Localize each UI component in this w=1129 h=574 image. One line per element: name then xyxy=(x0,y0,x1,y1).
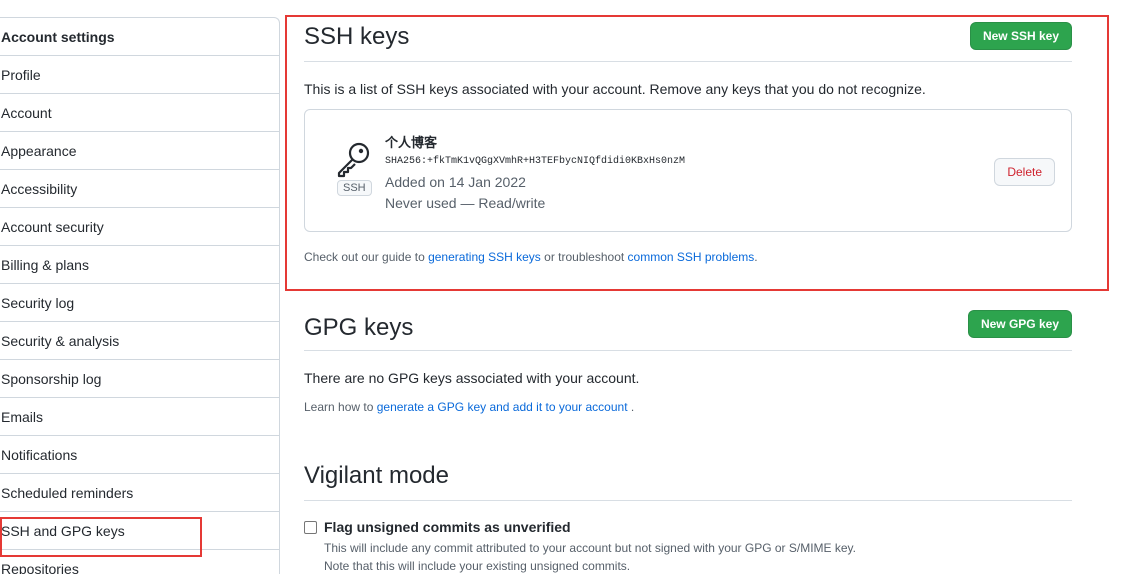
ssh-guide-prefix: Check out our guide to xyxy=(304,250,429,264)
sidebar-item-emails[interactable]: Emails xyxy=(0,398,279,436)
gpg-empty-text: There are no GPG keys associated with yo… xyxy=(304,370,640,386)
key-icon xyxy=(337,142,370,178)
common-ssh-problems-link[interactable]: common SSH problems xyxy=(628,250,755,264)
ssh-section-header: SSH keys New SSH key xyxy=(304,18,1072,62)
settings-sidebar: Account settings Profile Account Appeara… xyxy=(0,17,280,574)
ssh-keys-title: SSH keys xyxy=(304,23,410,50)
ssh-key-added-date: Added on 14 Jan 2022 xyxy=(385,174,526,190)
sidebar-item-repositories[interactable]: Repositories xyxy=(0,550,279,574)
vigilant-note-2: Note that this will include your existin… xyxy=(324,559,631,573)
new-ssh-key-button[interactable]: New SSH key xyxy=(969,22,1072,50)
sidebar-item-security-analysis[interactable]: Security & analysis xyxy=(0,322,279,360)
sidebar-item-notifications[interactable]: Notifications xyxy=(0,436,279,474)
ssh-key-fingerprint: SHA256:+fkTmK1vQGgXVmhR+H3TEFbycNIQfdidi… xyxy=(385,156,686,167)
sidebar-item-security-log[interactable]: Security log xyxy=(0,284,279,322)
vigilant-note-1: This will include any commit attributed … xyxy=(324,541,857,555)
sidebar-header: Account settings xyxy=(0,18,279,56)
gpg-learn-suffix: . xyxy=(627,400,635,414)
ssh-guide-middle: or troubleshoot xyxy=(540,250,628,264)
sidebar-item-account-security[interactable]: Account security xyxy=(0,208,279,246)
flag-unsigned-commits-checkbox[interactable] xyxy=(304,521,317,534)
gpg-section-header: GPG keys New GPG key xyxy=(304,306,1072,351)
sidebar-item-profile[interactable]: Profile xyxy=(0,56,279,94)
ssh-key-name: 个人博客 xyxy=(385,136,438,151)
vigilant-section-header: Vigilant mode xyxy=(304,456,1072,501)
ssh-guide-text: Check out our guide to generating SSH ke… xyxy=(304,250,758,264)
ssh-guide-suffix: . xyxy=(754,250,758,264)
sidebar-item-ssh-gpg-keys[interactable]: SSH and GPG keys xyxy=(0,512,279,550)
generating-ssh-keys-link[interactable]: generating SSH keys xyxy=(428,250,541,264)
ssh-description: This is a list of SSH keys associated wi… xyxy=(304,81,926,97)
sidebar-item-billing[interactable]: Billing & plans xyxy=(0,246,279,284)
gpg-learn-prefix: Learn how to xyxy=(304,400,377,414)
sidebar-item-accessibility[interactable]: Accessibility xyxy=(0,170,279,208)
sidebar-item-account[interactable]: Account xyxy=(0,94,279,132)
gpg-keys-title: GPG keys xyxy=(304,314,414,341)
new-gpg-key-button[interactable]: New GPG key xyxy=(967,310,1072,338)
gpg-learn-text: Learn how to generate a GPG key and add … xyxy=(304,400,634,414)
flag-unsigned-commits-label[interactable]: Flag unsigned commits as unverified xyxy=(324,519,571,535)
generate-gpg-key-link[interactable]: generate a GPG key and add it to your ac… xyxy=(377,400,628,414)
sidebar-item-appearance[interactable]: Appearance xyxy=(0,132,279,170)
ssh-key-item: SSH 个人博客 SHA256:+fkTmK1vQGgXVmhR+H3TEFby… xyxy=(304,109,1072,232)
delete-ssh-key-button[interactable]: Delete xyxy=(994,158,1055,186)
sidebar-item-scheduled-reminders[interactable]: Scheduled reminders xyxy=(0,474,279,512)
ssh-badge: SSH xyxy=(337,180,372,196)
ssh-key-usage: Never used — Read/write xyxy=(385,195,546,211)
sidebar-item-sponsorship-log[interactable]: Sponsorship log xyxy=(0,360,279,398)
vigilant-mode-title: Vigilant mode xyxy=(304,462,449,489)
